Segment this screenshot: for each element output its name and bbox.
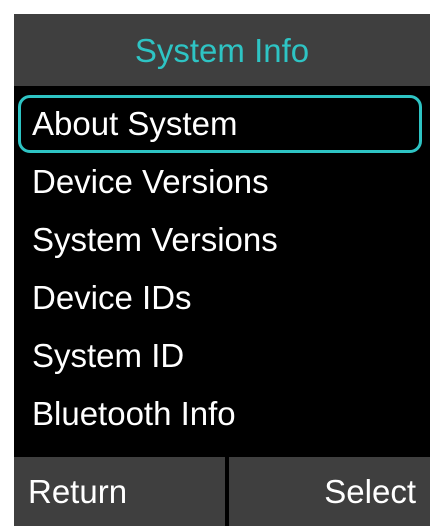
page-title: System Info [134,31,310,69]
menu-item-label: Device Versions [32,163,269,200]
return-softkey[interactable]: Return [28,457,127,526]
menu-item-label: System ID [32,337,185,374]
device-frame: System Info About System Device Versions… [0,0,443,526]
menu-item-label: Device IDs [32,279,192,316]
menu-item-system-versions[interactable]: System Versions [18,211,422,269]
menu-item-label: System Versions [32,221,278,258]
menu-item-device-ids[interactable]: Device IDs [18,269,422,327]
menu-item-bluetooth-info[interactable]: Bluetooth Info [18,385,422,443]
softkey-divider [225,457,229,526]
softkey-bar: Return Select [14,457,430,526]
menu-item-label: Bluetooth Info [32,395,236,432]
menu-item-about-system[interactable]: About System [18,95,422,153]
menu-item-system-id[interactable]: System ID [18,327,422,385]
device-screen: System Info About System Device Versions… [14,14,430,526]
menu-item-device-versions[interactable]: Device Versions [18,153,422,211]
select-softkey[interactable]: Select [324,457,416,526]
title-bar: System Info [14,14,430,86]
menu-item-label: About System [32,105,238,142]
